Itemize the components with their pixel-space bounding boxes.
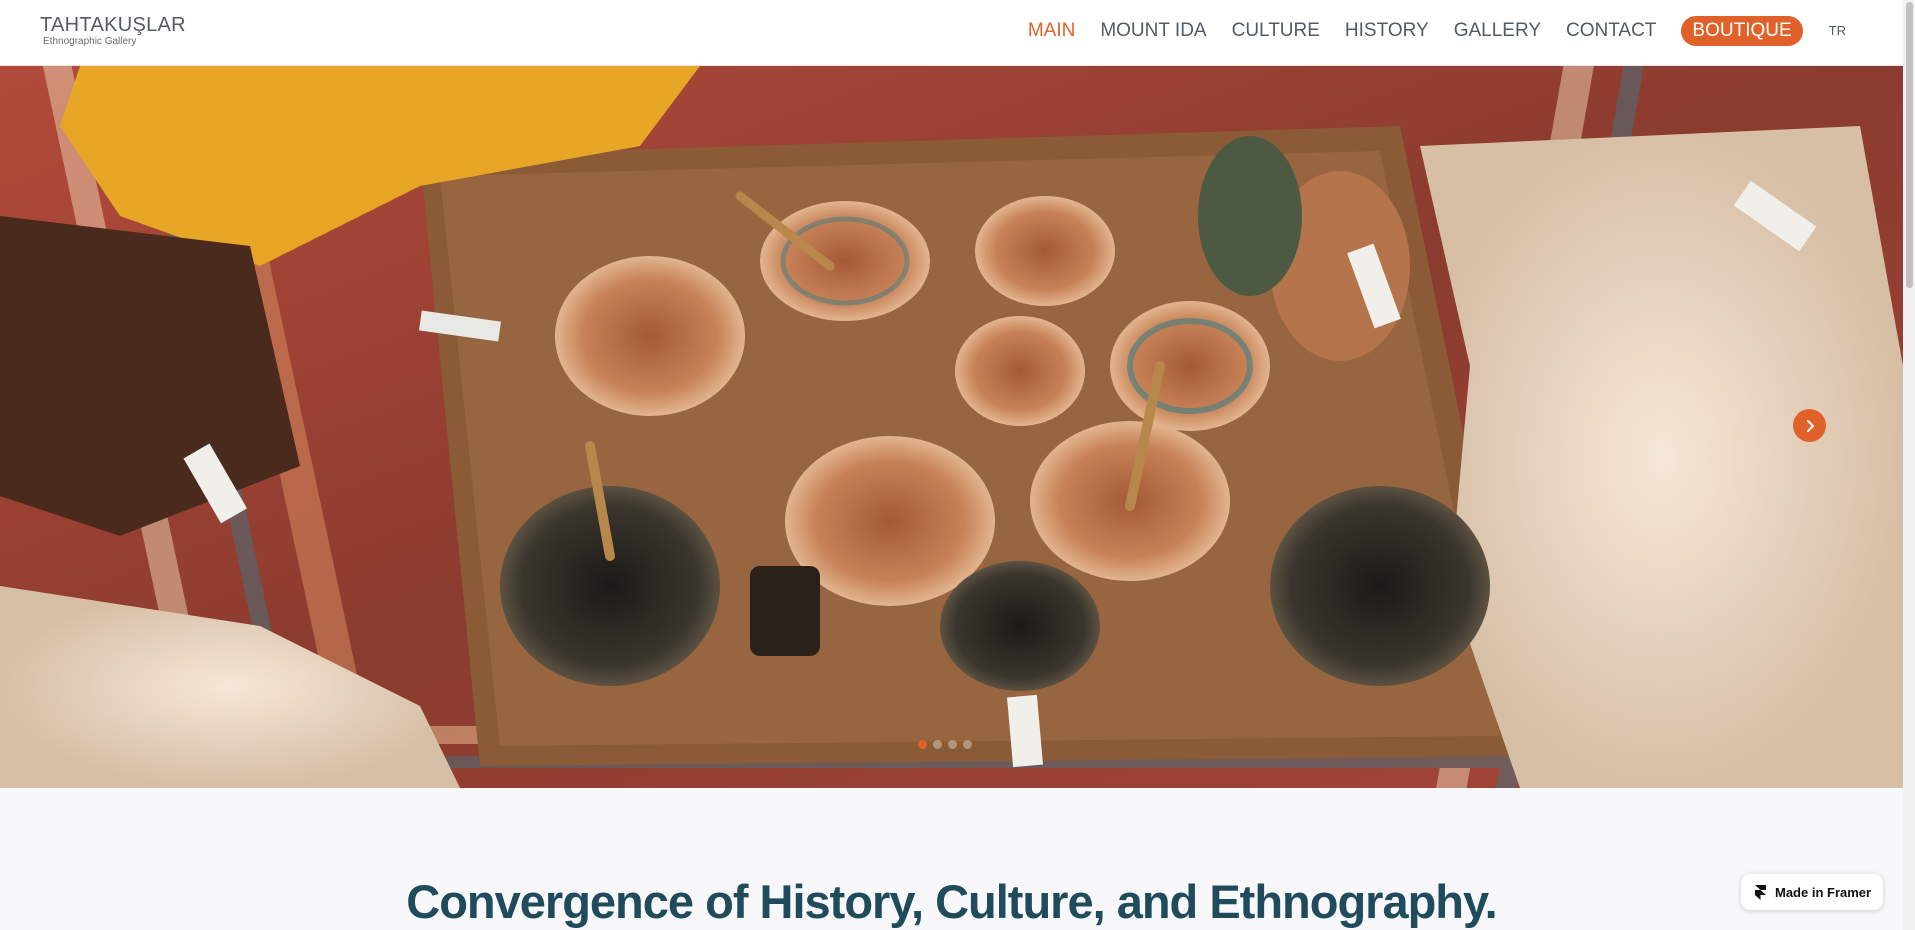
nav-item-main[interactable]: MAIN [1028, 16, 1076, 46]
slide-dot-4[interactable] [963, 740, 972, 749]
next-slide-button[interactable] [1793, 409, 1826, 442]
made-in-framer-badge[interactable]: Made in Framer [1741, 874, 1883, 910]
page: TAHTAKUŞLAR Ethnographic Gallery MAIN MO… [0, 0, 1915, 930]
nav-item-mount-ida[interactable]: MOUNT IDA [1100, 16, 1206, 46]
scrollbar[interactable] [1903, 0, 1915, 930]
chevron-right-icon [1806, 419, 1814, 432]
hero-image [0, 66, 1903, 788]
logo[interactable]: TAHTAKUŞLAR Ethnographic Gallery [40, 14, 186, 48]
language-switch[interactable]: TR [1829, 16, 1846, 46]
nav-item-gallery[interactable]: GALLERY [1454, 16, 1541, 46]
slide-dot-3[interactable] [948, 740, 957, 749]
site-header: TAHTAKUŞLAR Ethnographic Gallery MAIN MO… [0, 0, 1903, 66]
nav-item-contact[interactable]: CONTACT [1566, 16, 1656, 46]
boutique-button[interactable]: BOUTIQUE [1681, 16, 1803, 46]
slide-dot-2[interactable] [933, 740, 942, 749]
nav-item-culture[interactable]: CULTURE [1232, 16, 1320, 46]
scrollbar-thumb[interactable] [1906, 2, 1913, 288]
slide-dot-1[interactable] [918, 740, 927, 749]
badge-label: Made in Framer [1775, 884, 1872, 900]
slider-pagination [918, 740, 972, 749]
section-title: Convergence of History, Culture, and Eth… [406, 875, 1497, 928]
framer-logo-icon [1755, 884, 1766, 900]
nav-item-history[interactable]: HISTORY [1345, 16, 1429, 46]
main-nav: MAIN MOUNT IDA CULTURE HISTORY GALLERY C… [1003, 16, 1846, 46]
hero-slider [0, 66, 1903, 788]
logo-subtitle: Ethnographic Gallery [43, 36, 137, 47]
logo-title: TAHTAKUŞLAR [40, 14, 186, 36]
